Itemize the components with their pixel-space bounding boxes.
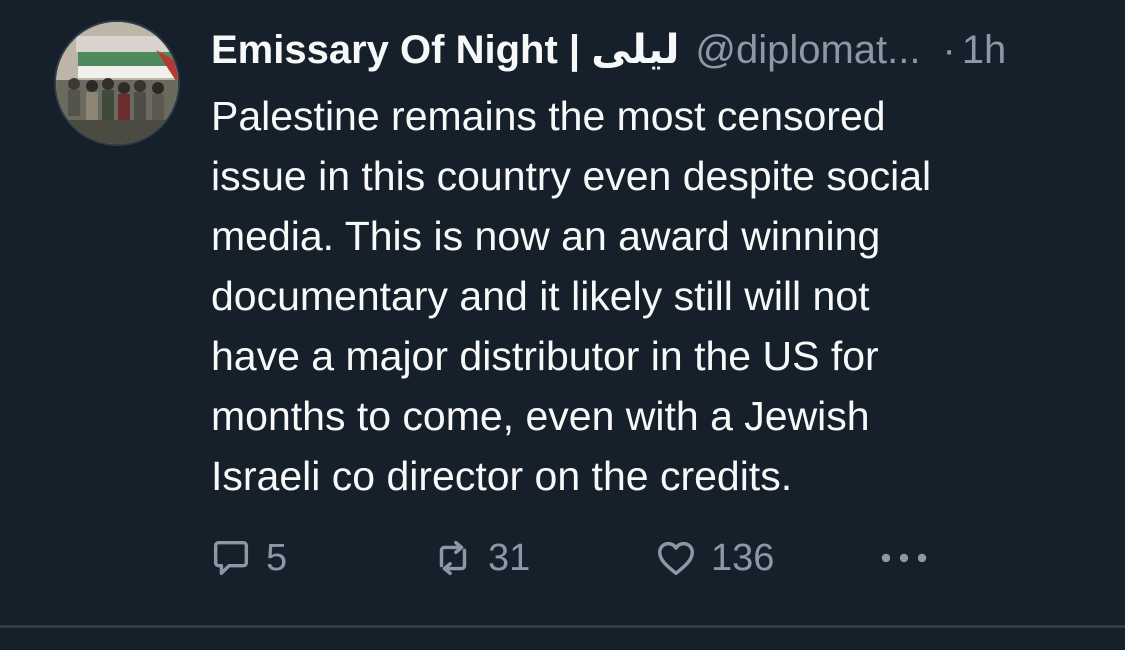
- tweet-text: Palestine remains the most censored issu…: [211, 93, 932, 499]
- avatar-image: [56, 22, 178, 144]
- retweet-count: 31: [488, 536, 531, 579]
- reply-icon: [213, 540, 249, 576]
- reply-count: 5: [266, 536, 288, 579]
- reply-button[interactable]: 5: [208, 532, 287, 584]
- more-options-button[interactable]: [876, 532, 932, 584]
- heart-icon: [657, 541, 695, 576]
- tweet[interactable]: Emissary Of Night | ليلى @diplomat... · …: [0, 0, 1125, 627]
- user-handle[interactable]: @diplomat...: [695, 28, 920, 73]
- tweet-actions: 5 31 136: [208, 532, 968, 584]
- separator-dot: ·: [942, 27, 956, 72]
- display-name[interactable]: Emissary Of Night | ليلى: [211, 27, 679, 73]
- timestamp[interactable]: 1h: [962, 28, 1007, 73]
- like-count: 136: [711, 536, 775, 579]
- tweet-body: Palestine remains the most censored issu…: [211, 86, 1091, 506]
- avatar[interactable]: [54, 20, 180, 146]
- tweet-divider: [0, 625, 1125, 628]
- like-button[interactable]: 136: [653, 532, 774, 584]
- retweet-icon: [439, 540, 467, 576]
- more-icon: [881, 553, 927, 563]
- tweet-header: Emissary Of Night | ليلى @diplomat... · …: [211, 24, 1006, 76]
- retweet-button[interactable]: 31: [430, 532, 530, 584]
